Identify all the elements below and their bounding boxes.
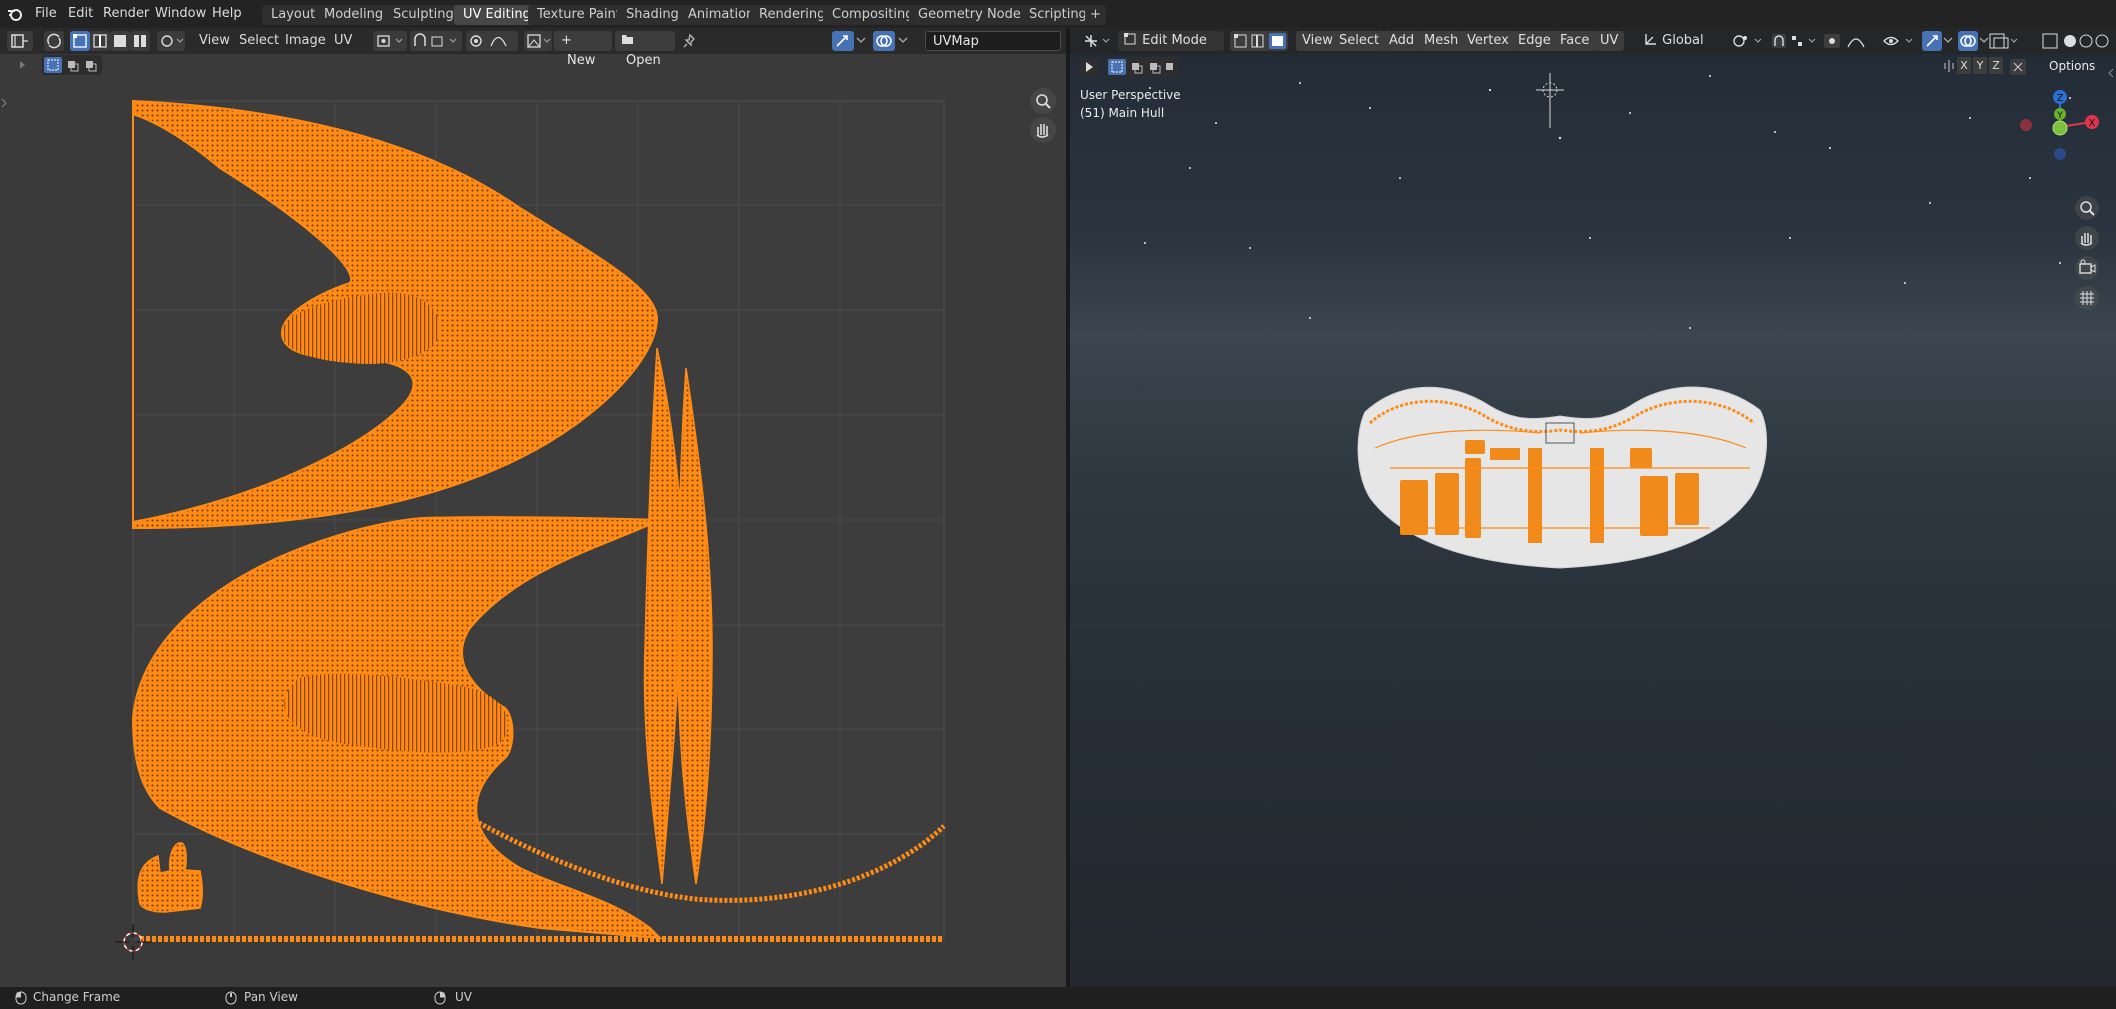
3d-viewport[interactable]: Edit Mode View Select Add Mesh Vertex Ed…: [1070, 28, 2116, 987]
shading-mode-icons[interactable]: [2042, 32, 2112, 50]
vp-menu-add[interactable]: Add: [1383, 31, 1421, 51]
status-right-label: UV: [455, 990, 472, 1004]
mode-label: Edit Mode: [1142, 33, 1207, 48]
hand-icon[interactable]: [2075, 226, 2099, 250]
edit-mode-icon: [1124, 33, 1136, 45]
zoom-icon[interactable]: [1030, 88, 1056, 114]
mesh-select-mode-group[interactable]: [1230, 31, 1288, 51]
orientation-icon: [1645, 34, 1656, 45]
grid-icon[interactable]: [2075, 286, 2099, 310]
hand-icon[interactable]: [1030, 117, 1056, 143]
tab-shading[interactable]: Shading: [617, 5, 688, 25]
chevron-down-icon[interactable]: [1943, 37, 1953, 45]
vp-menu-mesh[interactable]: Mesh: [1418, 31, 1465, 51]
uv-editor[interactable]: View Select Image UV + New Open UVMap: [0, 28, 1066, 987]
vp-menu-edge[interactable]: Edge: [1512, 31, 1557, 51]
options-dropdown[interactable]: Options: [2049, 59, 2095, 73]
proportional-icon[interactable]: [1822, 32, 1882, 50]
xray-icon[interactable]: [1988, 32, 2018, 50]
blender-logo-icon[interactable]: [7, 6, 23, 22]
menu-help[interactable]: Help: [212, 5, 242, 23]
ship-hull-mesh[interactable]: [1357, 386, 1768, 569]
mouse-right-icon: [434, 991, 446, 1005]
right-panel-arrow-icon[interactable]: [2108, 68, 2114, 78]
gizmo-icon[interactable]: [1922, 31, 1942, 51]
mouse-left-icon: [15, 991, 27, 1005]
vp-menu-select[interactable]: Select: [1333, 31, 1386, 51]
vp-selection-mode-group[interactable]: [1106, 57, 1178, 77]
axis-x-toggle[interactable]: X: [1957, 57, 1971, 74]
tab-uv-editing[interactable]: UV Editing: [454, 5, 540, 25]
mouse-middle-icon: [225, 991, 237, 1005]
tab-sculpting[interactable]: Sculpting: [384, 5, 463, 25]
svg-text:X: X: [2089, 118, 2096, 129]
vp-menu-vertex[interactable]: Vertex: [1461, 31, 1515, 51]
object-origin-marker: [1536, 73, 1564, 128]
pivot-icon[interactable]: [1730, 32, 1770, 50]
uv-canvas[interactable]: [0, 28, 1066, 987]
navigation-gizmo[interactable]: Z X Y: [2015, 82, 2105, 182]
vp-menu-face[interactable]: Face: [1554, 31, 1596, 51]
play-icon[interactable]: [1080, 58, 1098, 76]
starfield: [1144, 73, 2071, 569]
object-label: (51) Main Hull: [1080, 106, 1165, 120]
tab-geometry-nodes[interactable]: Geometry Nodes: [909, 5, 1037, 25]
axis-lock-group[interactable]: X Y Z: [1943, 57, 2003, 75]
mirror-icon: [1944, 60, 1954, 72]
camera-icon[interactable]: [2075, 256, 2099, 280]
vp-menu-uv[interactable]: UV: [1594, 31, 1625, 51]
editor-type-icon[interactable]: [1082, 32, 1112, 50]
tab-compositing[interactable]: Compositing: [823, 5, 923, 25]
menu-edit[interactable]: Edit: [68, 5, 93, 23]
mode-dropdown[interactable]: Edit Mode: [1118, 31, 1224, 51]
zoom-icon[interactable]: [2075, 196, 2099, 220]
axis-z-toggle[interactable]: Z: [1989, 57, 2003, 74]
status-middle-label: Pan View: [244, 990, 298, 1004]
overlay-icon[interactable]: [1958, 31, 1978, 51]
visibility-icon[interactable]: [1882, 32, 1922, 50]
tab-modeling[interactable]: Modeling: [315, 5, 393, 25]
snap-icon[interactable]: [1770, 32, 1820, 50]
menu-file[interactable]: File: [35, 5, 57, 23]
orientation-dropdown[interactable]: Global: [1638, 31, 1728, 51]
axis-y-toggle[interactable]: Y: [1973, 57, 1987, 74]
status-left-label: Change Frame: [33, 990, 121, 1004]
top-bar: File Edit Render Window Help Layout Mode…: [0, 0, 2116, 28]
tab-texture-paint[interactable]: Texture Paint: [528, 5, 630, 25]
menu-render[interactable]: Render: [103, 5, 149, 23]
orientation-label: Global: [1662, 33, 1704, 48]
auto-merge-icon[interactable]: [2009, 58, 2029, 76]
menu-window[interactable]: Window: [155, 5, 206, 23]
svg-text:Y: Y: [2056, 111, 2063, 121]
status-bar: Change Frame Pan View UV: [0, 987, 2116, 1009]
perspective-label: User Perspective: [1080, 88, 1181, 102]
svg-text:Z: Z: [2057, 93, 2064, 104]
viewport-header: Edit Mode View Select Add Mesh Vertex Ed…: [1070, 28, 2116, 54]
add-workspace-button[interactable]: +: [1085, 5, 1106, 25]
tab-rendering[interactable]: Rendering: [750, 5, 835, 25]
